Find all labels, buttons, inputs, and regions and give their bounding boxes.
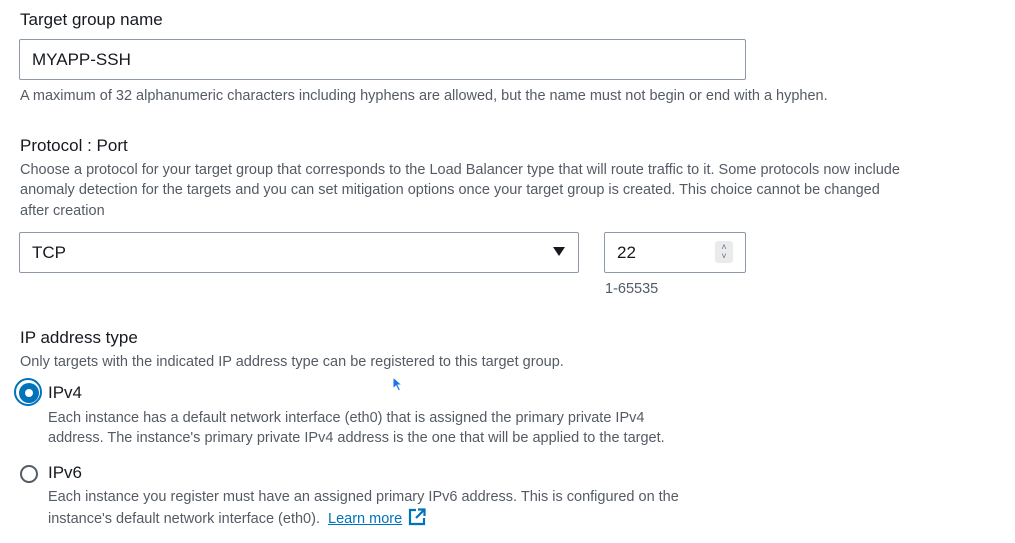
ip-address-type-description: Only targets with the indicated IP addre… bbox=[20, 354, 564, 370]
target-group-name-label: Target group name bbox=[20, 10, 163, 29]
ipv6-description-line1: Each instance you register must have an … bbox=[48, 489, 679, 505]
ipv4-label[interactable]: IPv4 bbox=[48, 383, 82, 403]
ipv6-label[interactable]: IPv6 bbox=[48, 463, 82, 483]
mouse-cursor-icon bbox=[392, 376, 404, 392]
external-link-icon[interactable] bbox=[408, 508, 426, 526]
target-group-name-value: MYAPP-SSH bbox=[32, 49, 131, 69]
port-input[interactable]: 22 ˄ ˅ bbox=[604, 232, 746, 273]
ipv4-description-line1: Each instance has a default network inte… bbox=[48, 410, 645, 426]
stepper-down-icon[interactable]: ˅ bbox=[721, 252, 726, 261]
learn-more-link[interactable]: Learn more bbox=[328, 511, 402, 527]
ipv6-radio[interactable] bbox=[20, 465, 38, 483]
target-group-name-input[interactable]: MYAPP-SSH bbox=[19, 39, 746, 80]
target-group-name-hint: A maximum of 32 alphanumeric characters … bbox=[20, 88, 828, 104]
ip-address-type-label: IP address type bbox=[20, 328, 138, 347]
ipv6-description-line2-row: instance's default network interface (et… bbox=[48, 508, 426, 530]
port-range-hint: 1-65535 bbox=[605, 281, 659, 297]
port-input-value: 22 bbox=[617, 242, 636, 262]
protocol-port-description-line3: after creation bbox=[20, 203, 105, 219]
port-stepper[interactable]: ˄ ˅ bbox=[715, 241, 733, 263]
protocol-select-value: TCP bbox=[32, 242, 66, 262]
ipv4-description-line2: address. The instance's primary private … bbox=[48, 430, 665, 446]
ipv6-description-line2: instance's default network interface (et… bbox=[48, 511, 320, 527]
protocol-port-description-line2: anomaly detection for the targets and yo… bbox=[20, 182, 880, 198]
ipv4-radio[interactable] bbox=[14, 378, 44, 408]
protocol-port-description-line1: Choose a protocol for your target group … bbox=[20, 162, 900, 178]
protocol-select[interactable]: TCP bbox=[19, 232, 579, 273]
radio-selected-icon bbox=[19, 383, 39, 403]
learn-more-label: Learn more bbox=[328, 511, 403, 527]
protocol-port-label: Protocol : Port bbox=[20, 136, 128, 155]
caret-down-icon bbox=[553, 247, 565, 256]
